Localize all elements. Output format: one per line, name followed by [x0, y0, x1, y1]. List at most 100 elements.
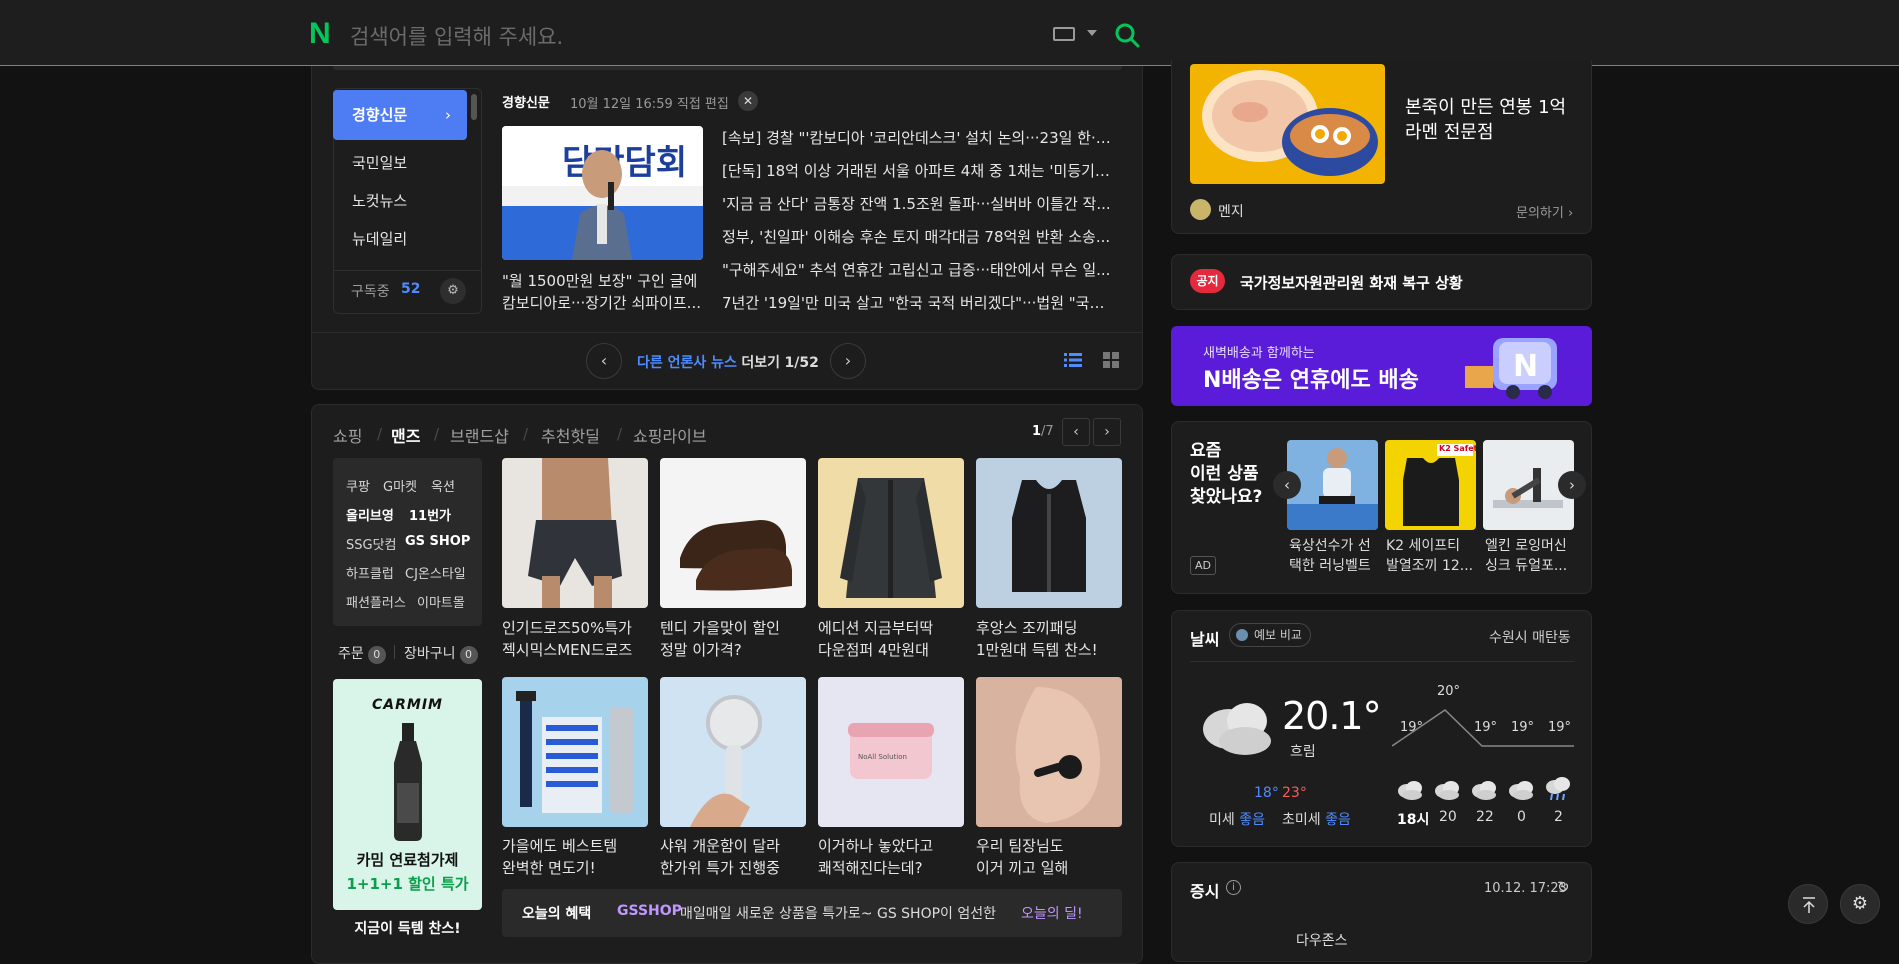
chevron-down-icon[interactable] — [1087, 30, 1097, 36]
mall-link[interactable]: 하프클럽 — [346, 563, 394, 582]
product-image[interactable] — [660, 458, 806, 608]
mall-link[interactable]: 올리브영 — [346, 505, 394, 524]
product-image[interactable] — [660, 677, 806, 827]
benefit-link[interactable]: 오늘의 딜! — [1021, 903, 1083, 923]
shopping-next-button[interactable]: › — [1093, 418, 1121, 446]
gear-icon[interactable]: ⚙ — [1840, 884, 1880, 924]
tab-shopping[interactable]: 쇼핑 — [333, 423, 362, 447]
prev-press-button[interactable]: ‹ — [586, 343, 622, 379]
forecast-compare-button[interactable]: 예보 비교 — [1229, 623, 1311, 647]
press-tab-item[interactable]: 국민일보 — [352, 152, 407, 173]
recommend-image[interactable]: K2 Safety — [1385, 440, 1476, 530]
todays-benefit-bar[interactable]: 오늘의 혜택 GSSHOP 매일매일 새로운 상품을 특가로~ GS SHOP이… — [502, 889, 1122, 937]
recommend-next-button[interactable]: › — [1558, 471, 1586, 499]
product-caption[interactable]: 인기드로즈50%특가 젝시믹스MEN드로즈 — [502, 617, 652, 661]
tab-brandshop[interactable]: 브랜드샵 — [450, 423, 509, 447]
stock-card — [1171, 862, 1592, 962]
mall-link[interactable]: G마켓 — [383, 476, 417, 495]
shopping-prev-button[interactable]: ‹ — [1062, 418, 1090, 446]
press-tab-item[interactable]: 뉴데일리 — [352, 228, 407, 249]
mall-link[interactable]: 패션플러스 — [346, 592, 406, 611]
info-icon[interactable]: i — [1226, 880, 1241, 895]
more-press-link[interactable]: 다른 언론사 뉴스 더보기 1/52 — [637, 352, 819, 372]
weather-location[interactable]: 수원시 매탄동 — [1489, 627, 1571, 647]
food-source[interactable]: 멘지 — [1218, 201, 1244, 221]
recommend-prev-button[interactable]: ‹ — [1273, 471, 1301, 499]
photo-caption[interactable]: "월 1500만원 보장" 구인 글에 캄보디아로···장기간 쇠파이프... — [502, 270, 712, 314]
product-caption[interactable]: 텐디 가을맞이 할인 정말 이가격? — [660, 617, 810, 661]
news-photo[interactable]: 담간담회 — [502, 126, 703, 260]
hourly-time: 20 — [1439, 809, 1457, 825]
mall-link[interactable]: 쿠팡 — [346, 476, 370, 495]
mall-link[interactable]: SSG닷컴 — [346, 534, 397, 553]
cloud-icon — [1398, 781, 1422, 800]
product-caption[interactable]: 우리 팀장님도 이거 끼고 일해 — [976, 835, 1126, 879]
stock-item[interactable]: 다우존스 — [1296, 930, 1348, 950]
carmim-ad[interactable]: CARMIM 카밈 연료첨가제 1+1+1 할인 특가 — [333, 679, 482, 910]
press-tab-active[interactable]: 경향신문 › — [333, 90, 467, 140]
list-view-icon[interactable] — [1064, 352, 1082, 368]
hourly-time: 22 — [1476, 809, 1494, 825]
headline-item[interactable]: 정부, '친일파' 이해승 후손 토지 매각대금 78억원 반환 소송... — [722, 226, 1112, 247]
cloud-icon — [1509, 781, 1533, 800]
hourly-temp: 19° — [1511, 720, 1535, 735]
close-icon[interactable]: ✕ — [738, 91, 758, 111]
product-caption[interactable]: 샤워 개운함이 달라 한가위 특가 진행중 — [660, 835, 810, 879]
cart-link[interactable]: 장바구니 0 — [404, 643, 478, 664]
hourly-time: 2 — [1554, 809, 1563, 825]
press-name[interactable]: 경향신문 — [502, 92, 550, 111]
headline-item[interactable]: '지금 금 산다' 금통장 잔액 1.5조원 돌파···실버바 이틀간 작... — [722, 193, 1112, 214]
tab-separator: / — [434, 425, 440, 443]
benefit-text: 매일매일 새로운 상품을 특가로~ GS SHOP이 엄선한 — [680, 906, 997, 922]
tab-shopping-live[interactable]: 쇼핑라이브 — [633, 423, 707, 447]
notice-text[interactable]: 국가정보자원관리원 화재 복구 상황 — [1240, 272, 1463, 293]
order-link[interactable]: 주문 0 — [338, 643, 386, 664]
mall-link[interactable]: 이마트몰 — [417, 592, 465, 611]
food-title[interactable]: 본죽이 만든 연봉 1억 라멘 전문점 — [1405, 95, 1566, 145]
mall-link[interactable]: 옥션 — [431, 476, 455, 495]
product-image[interactable] — [976, 677, 1122, 827]
mall-link[interactable]: CJ온스타일 — [405, 563, 466, 582]
tab-hotdeal[interactable]: 추천핫딜 — [541, 423, 600, 447]
headline-item[interactable]: [단독] 18억 이상 거래된 서울 아파트 4채 중 1채는 '미등기'... — [722, 160, 1112, 181]
product-image[interactable]: NoAll Solution — [818, 677, 964, 827]
grid-view-icon[interactable] — [1103, 352, 1119, 368]
ad-cta[interactable]: 지금이 득템 찬스! — [333, 918, 482, 938]
refresh-icon[interactable]: ↻ — [1557, 878, 1570, 896]
gear-icon[interactable]: ⚙ — [440, 278, 466, 304]
headline-item[interactable]: 7년간 '19일'만 미국 살고 "한국 국적 버리겠다"···법원 "국적..… — [722, 292, 1112, 313]
keyboard-icon[interactable] — [1053, 27, 1075, 41]
recommend-caption[interactable]: 엘킨 로잉머신 싱크 듀얼포... — [1485, 536, 1577, 576]
product-image[interactable] — [818, 458, 964, 608]
product-caption[interactable]: 후앙스 조끼패딩 1만원대 득템 찬스! — [976, 617, 1126, 661]
headline-item[interactable]: "구해주세요" 추석 연휴간 고립신고 급증···태안에서 무슨 일... — [722, 259, 1112, 280]
n-delivery-banner[interactable]: 새벽배송과 함께하는 N배송은 연휴에도 배송 N — [1171, 326, 1592, 406]
product-caption[interactable]: 에디션 지금부터딱 다운점퍼 4만원대 — [818, 617, 968, 661]
delivery-truck-image: N — [1465, 338, 1557, 399]
search-input[interactable]: 검색어를 입력해 주세요. — [350, 21, 563, 51]
mall-link[interactable]: 11번가 — [409, 505, 451, 524]
product-caption[interactable]: 가을에도 베스트템 완벽한 면도기! — [502, 835, 652, 879]
headline-item[interactable]: [속보] 경찰 "'캄보디아 '코리안데스크' 설치 논의···23일 한·캄.… — [722, 127, 1112, 148]
arrow-up-icon — [1803, 897, 1815, 913]
benefit-label: 오늘의 혜택 — [522, 906, 592, 922]
press-tab-item[interactable]: 노컷뉴스 — [352, 190, 407, 211]
scroll-top-button[interactable] — [1788, 884, 1828, 924]
product-caption[interactable]: 이거하나 놓았다고 쾌적해진다는데? — [818, 835, 968, 879]
subscribed-count[interactable]: 52 — [401, 281, 420, 297]
inquiry-link[interactable]: 문의하기 › — [1516, 202, 1573, 221]
recommend-caption[interactable]: K2 세이프티 발열조끼 12... — [1386, 536, 1473, 576]
naver-logo[interactable]: N — [309, 19, 335, 49]
weather-title: 날씨 — [1190, 630, 1220, 649]
tab-mens[interactable]: 맨즈 — [391, 423, 420, 447]
product-image[interactable] — [502, 458, 648, 608]
food-image[interactable] — [1190, 64, 1385, 184]
search-icon[interactable] — [1114, 22, 1140, 48]
ad-badge: AD — [1190, 556, 1216, 575]
product-image[interactable] — [502, 677, 648, 827]
mall-link[interactable]: GS SHOP — [405, 534, 470, 549]
next-press-button[interactable]: › — [830, 343, 866, 379]
recommend-caption[interactable]: 육상선수가 선 택한 러닝벨트 — [1289, 536, 1371, 576]
product-image[interactable] — [976, 458, 1122, 608]
scrollbar[interactable] — [471, 94, 477, 120]
